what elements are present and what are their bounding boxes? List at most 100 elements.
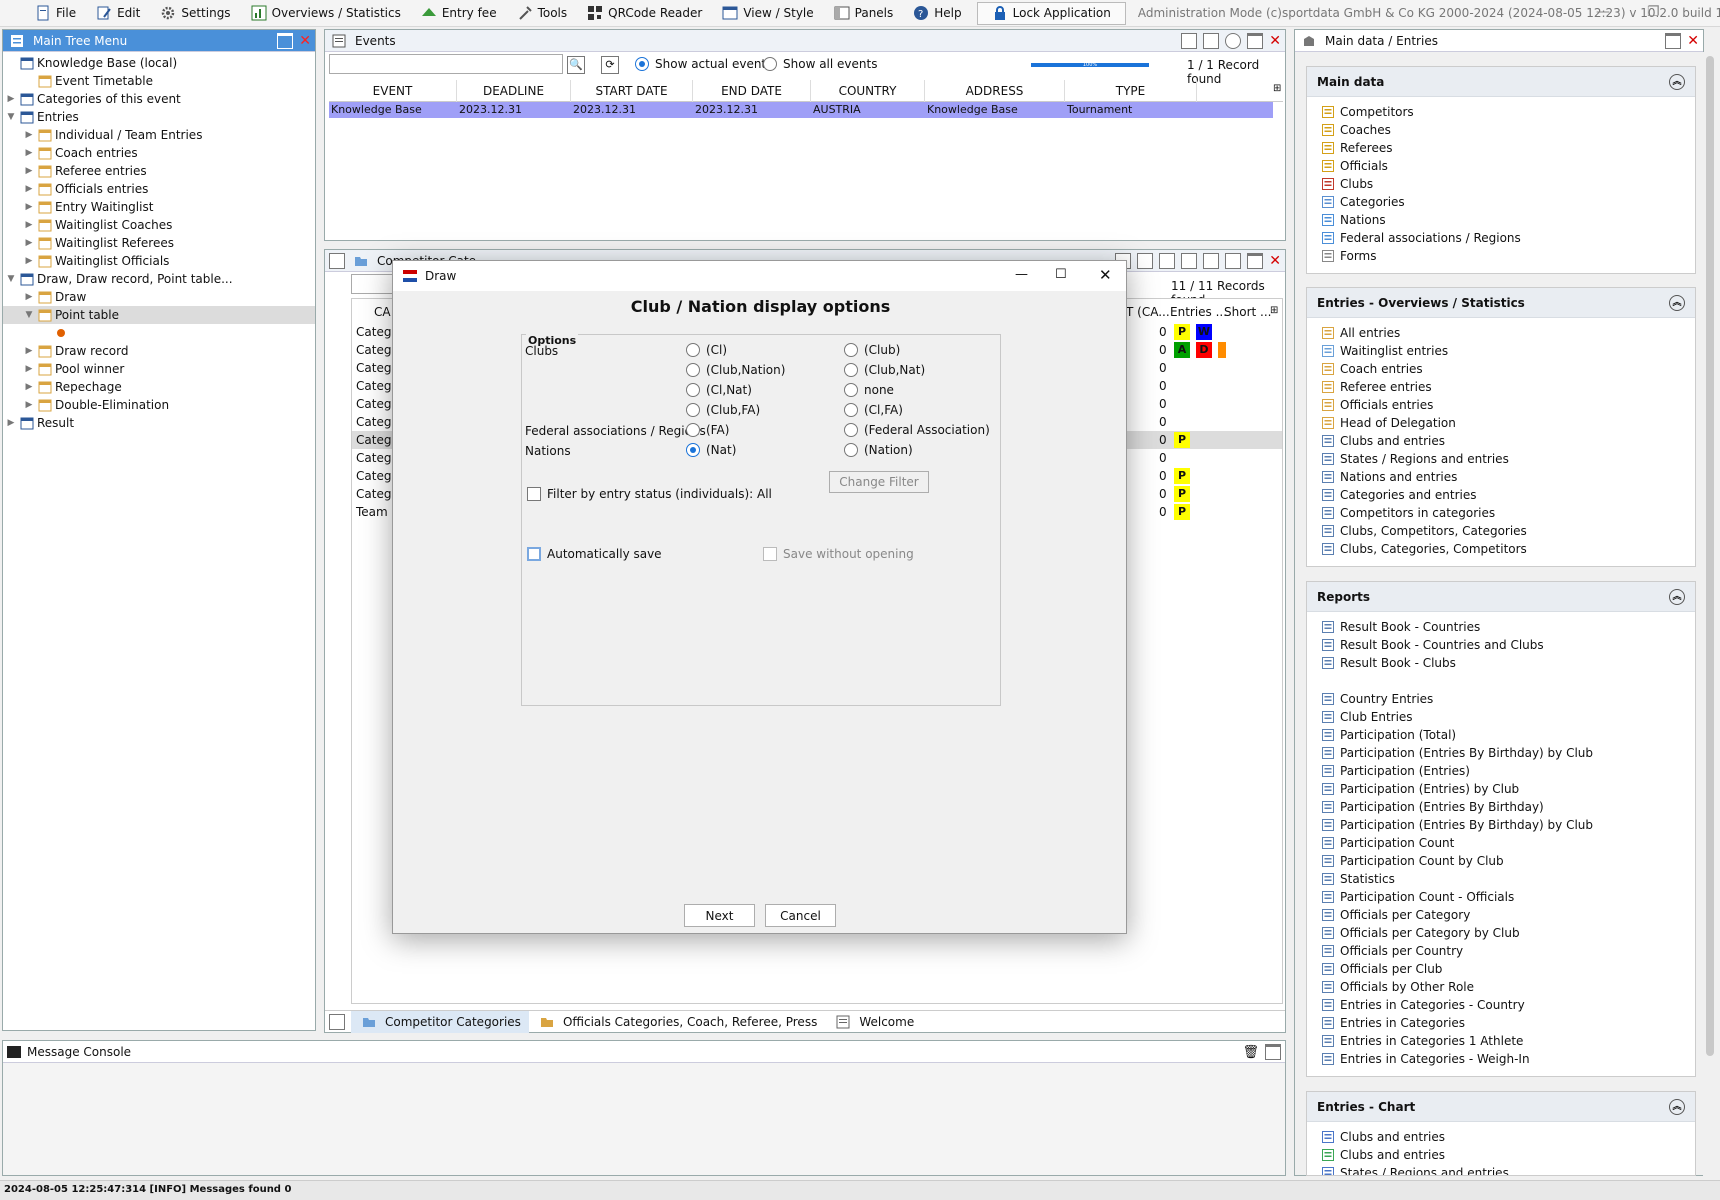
tab-competitor-categories[interactable]: Competitor Categories	[351, 1010, 529, 1033]
link-entries-in-categories-country[interactable]: Entries in Categories - Country	[1307, 996, 1695, 1014]
link-result-book-countries[interactable]: Result Book - Countries	[1307, 618, 1695, 636]
link-coaches[interactable]: Coaches	[1307, 121, 1695, 139]
link-officials-by-other-role[interactable]: Officials by Other Role	[1307, 978, 1695, 996]
next-button[interactable]: Next	[684, 904, 755, 927]
link-nations[interactable]: Nations	[1307, 211, 1695, 229]
link-participation-entries[interactable]: Participation (Entries)	[1307, 762, 1695, 780]
link-entries-in-categories-1-athlete[interactable]: Entries in Categories 1 Athlete	[1307, 1032, 1695, 1050]
trash-icon[interactable]: 🗑	[1242, 1045, 1259, 1060]
search-icon[interactable]: 🔍	[567, 56, 585, 74]
categories-tool-3-icon[interactable]	[1159, 253, 1176, 269]
tree-item-pool-winner[interactable]: ▶ Pool winner	[3, 360, 315, 378]
link-federal-associations-regions[interactable]: Federal associations / Regions	[1307, 229, 1695, 247]
tree-item-draw-record[interactable]: ▶ Draw record	[3, 342, 315, 360]
expand-arrow-icon[interactable]: ▶	[23, 148, 35, 158]
expand-arrow-icon[interactable]: ▶	[23, 256, 35, 266]
link-clubs-competitors-categories[interactable]: Clubs, Competitors, Categories	[1307, 522, 1695, 540]
tab-welcome[interactable]: Welcome	[825, 1011, 922, 1033]
link-clubs-and-entries[interactable]: Clubs and entries	[1307, 432, 1695, 450]
radio-nation[interactable]: (Nation)	[844, 443, 913, 457]
tree-item-waitinglist-officials[interactable]: ▶ Waitinglist Officials	[3, 252, 315, 270]
events-tool-3-icon[interactable]	[1225, 33, 1242, 49]
link-officials-per-category-by-club[interactable]: Officials per Category by Club	[1307, 924, 1695, 942]
expand-arrow-icon[interactable]: ▶	[23, 238, 35, 248]
link-referees[interactable]: Referees	[1307, 139, 1695, 157]
tab-officials-categories[interactable]: Officials Categories, Coach, Referee, Pr…	[529, 1011, 825, 1033]
expand-arrow-icon[interactable]: ▶	[23, 292, 35, 302]
show-all-events-radio[interactable]: Show all events	[763, 57, 877, 71]
categories-tool-5-icon[interactable]	[1203, 253, 1220, 269]
collapse-section-icon[interactable]: ︽	[1669, 589, 1685, 605]
dialog-close-icon[interactable]: ✕	[1099, 266, 1112, 284]
panel-maximize-button[interactable]	[1665, 33, 1682, 49]
link-participation-entries-by-club[interactable]: Participation (Entries) by Club	[1307, 780, 1695, 798]
section-header[interactable]: Entries - Chart ︽	[1307, 1092, 1695, 1122]
tree-item-knowledge-base-local[interactable]: Knowledge Base (local)	[3, 54, 315, 72]
right-scrollbar-thumb[interactable]	[1706, 56, 1714, 1056]
section-header[interactable]: Reports ︽	[1307, 582, 1695, 612]
menu-file[interactable]: File	[32, 2, 79, 24]
radio-cl-fa[interactable]: (Cl,FA)	[844, 403, 903, 417]
link-states-regions-and-entries[interactable]: States / Regions and entries	[1307, 1164, 1695, 1175]
panel-close-button[interactable]: ✕	[1687, 34, 1699, 48]
radio-club[interactable]: (Club)	[844, 343, 900, 357]
column-header-country[interactable]: COUNTRY	[811, 80, 925, 102]
filter-entry-status-checkbox[interactable]: Filter by entry status (individuals): Al…	[527, 487, 772, 501]
column-header-ca[interactable]: CA	[374, 305, 391, 319]
columns-menu-icon[interactable]: ⊞	[1273, 83, 1281, 94]
tree-item-draw[interactable]: ▶ Draw	[3, 288, 315, 306]
tree-item-waitinglist-coaches[interactable]: ▶ Waitinglist Coaches	[3, 216, 315, 234]
categories-tool-6-icon[interactable]	[1225, 253, 1242, 269]
tree-item-categories-of-this-event[interactable]: ▶ Categories of this event	[3, 90, 315, 108]
link-officials-per-club[interactable]: Officials per Club	[1307, 960, 1695, 978]
link-country-entries[interactable]: Country Entries	[1307, 690, 1695, 708]
section-header[interactable]: Main data ︽	[1307, 67, 1695, 97]
link-participation-count-by-club[interactable]: Participation Count by Club	[1307, 852, 1695, 870]
link-participation-entries-by-birthday-by-club[interactable]: Participation (Entries By Birthday) by C…	[1307, 744, 1695, 762]
collapse-section-icon[interactable]: ︽	[1669, 295, 1685, 311]
lock-application-button[interactable]: Lock Application	[976, 1, 1126, 25]
link-clubs-and-entries[interactable]: Clubs and entries	[1307, 1128, 1695, 1146]
collapse-arrow-icon[interactable]: ▼	[5, 274, 17, 284]
tree-item-referee-entries[interactable]: ▶ Referee entries	[3, 162, 315, 180]
link-participation-entries-by-birthday-by-club[interactable]: Participation (Entries By Birthday) by C…	[1307, 816, 1695, 834]
expand-arrow-icon[interactable]: ▶	[23, 184, 35, 194]
expand-arrow-icon[interactable]: ▶	[23, 364, 35, 374]
collapse-section-icon[interactable]: ︽	[1669, 1099, 1685, 1115]
categories-tool-4-icon[interactable]	[1181, 253, 1198, 269]
menu-tools[interactable]: Tools	[514, 2, 571, 24]
link-categories-and-entries[interactable]: Categories and entries	[1307, 486, 1695, 504]
automatically-save-checkbox[interactable]: Automatically save	[527, 547, 662, 561]
cancel-button[interactable]: Cancel	[765, 904, 836, 927]
minimize-window-icon[interactable]: —	[1596, 4, 1610, 20]
panel-maximize-button[interactable]	[277, 33, 294, 49]
expand-arrow-icon[interactable]: ▶	[5, 418, 17, 428]
link-forms[interactable]: Forms	[1307, 247, 1695, 265]
radio-club-nat[interactable]: (Club,Nat)	[844, 363, 925, 377]
link-participation-total[interactable]: Participation (Total)	[1307, 726, 1695, 744]
columns-menu-icon[interactable]: ⊞	[1270, 305, 1278, 316]
collapse-arrow-icon[interactable]: ▼	[5, 112, 17, 122]
link-clubs-categories-competitors[interactable]: Clubs, Categories, Competitors	[1307, 540, 1695, 558]
link-clubs[interactable]: Clubs	[1307, 175, 1695, 193]
link-nations-and-entries[interactable]: Nations and entries	[1307, 468, 1695, 486]
link-head-of-delegation[interactable]: Head of Delegation	[1307, 414, 1695, 432]
tree-item-double-elimination[interactable]: ▶ Double-Elimination	[3, 396, 315, 414]
change-filter-button[interactable]: Change Filter	[829, 471, 929, 493]
section-header[interactable]: Entries - Overviews / Statistics ︽	[1307, 288, 1695, 318]
tree-item-individual-team-entries[interactable]: ▶ Individual / Team Entries	[3, 126, 315, 144]
column-header-tca[interactable]: T (CA...	[1126, 305, 1170, 319]
show-actual-events-radio[interactable]: Show actual events	[635, 57, 772, 71]
link-entries-in-categories-weigh-in[interactable]: Entries in Categories - Weigh-In	[1307, 1050, 1695, 1068]
expand-arrow-icon[interactable]: ▶	[23, 130, 35, 140]
tree-item-coach-entries[interactable]: ▶ Coach entries	[3, 144, 315, 162]
menu-entry-fee[interactable]: Entry fee	[418, 2, 500, 24]
link-coach-entries[interactable]: Coach entries	[1307, 360, 1695, 378]
tree-item-entries[interactable]: ▼ Entries	[3, 108, 315, 126]
tree-item-entry-waitinglist[interactable]: ▶ Entry Waitinglist	[3, 198, 315, 216]
link-officials-entries[interactable]: Officials entries	[1307, 396, 1695, 414]
expand-arrow-icon[interactable]: ▶	[23, 346, 35, 356]
collapse-arrow-icon[interactable]: ▼	[23, 310, 35, 320]
menu-settings[interactable]: Settings	[157, 2, 233, 24]
menu-qrcode-reader[interactable]: QRCode Reader	[584, 2, 705, 24]
